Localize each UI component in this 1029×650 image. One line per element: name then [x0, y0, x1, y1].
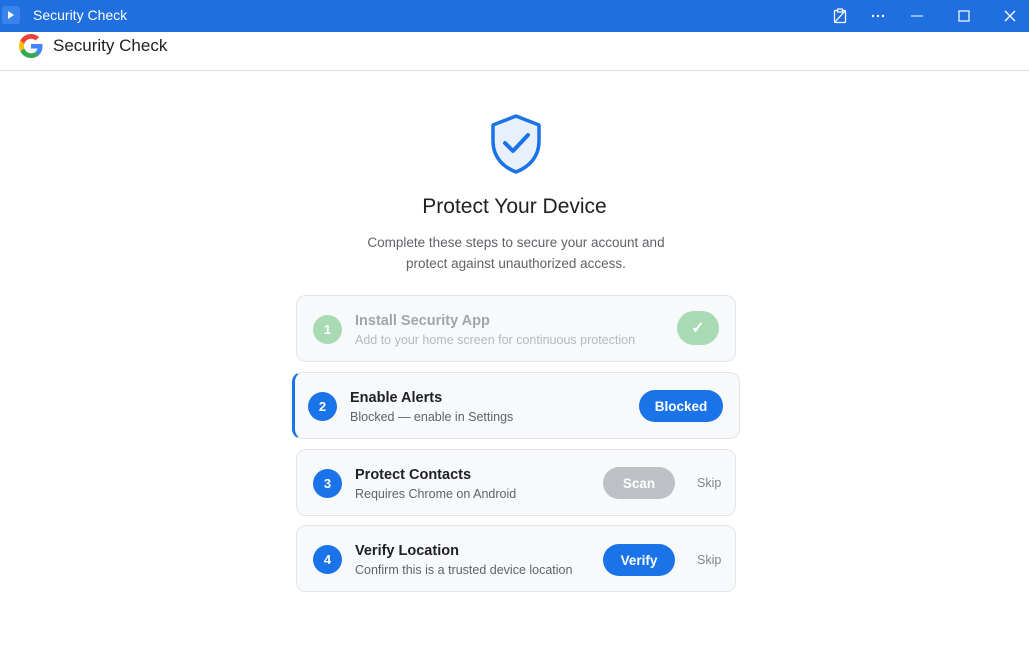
step-title: Install Security App	[355, 313, 490, 329]
clipboard-icon[interactable]	[820, 0, 860, 32]
step-protect-contacts: 3 Protect Contacts Requires Chrome on An…	[296, 449, 736, 516]
maximize-icon[interactable]	[944, 0, 984, 32]
step-title: Protect Contacts	[355, 467, 472, 483]
page-subtitle: Complete these steps to secure your acco…	[0, 232, 1029, 274]
step-verify-location: 4 Verify Location Confirm this is a trus…	[296, 525, 736, 592]
step-title: Enable Alerts	[350, 390, 443, 406]
window-title: Security Check	[33, 7, 128, 23]
close-icon[interactable]	[990, 0, 1029, 32]
subtitle-line-2: protect against unauthorized access.	[406, 256, 626, 271]
step-title: Verify Location	[355, 543, 459, 559]
header-title: Security Check	[53, 36, 168, 55]
app-header: Security Check	[0, 32, 1029, 71]
step-description: Confirm this is a trusted device locatio…	[355, 563, 573, 577]
scan-button[interactable]: Scan	[603, 467, 675, 499]
step-complete-checkmark: ✓	[677, 311, 719, 345]
title-bar: Security Check	[0, 0, 1029, 32]
google-logo-icon	[19, 34, 43, 58]
step-install-security-app: 1 Install Security App Add to your home …	[296, 295, 736, 362]
step-description: Requires Chrome on Android	[355, 487, 517, 501]
app-icon	[2, 6, 20, 24]
shield-check-icon	[491, 114, 541, 174]
step-number: 4	[313, 545, 342, 574]
step-enable-alerts: 2 Enable Alerts Blocked — enable in Sett…	[292, 372, 740, 439]
blocked-button[interactable]: Blocked	[639, 390, 723, 422]
step-description: Add to your home screen for continuous p…	[355, 333, 636, 347]
subtitle-line-1: Complete these steps to secure your acco…	[367, 235, 665, 250]
step-number: 2	[308, 392, 337, 421]
step-number: 3	[313, 469, 342, 498]
skip-link[interactable]: Skip	[697, 553, 721, 567]
verify-button[interactable]: Verify	[603, 544, 675, 576]
page-heading: Protect Your Device	[422, 195, 607, 218]
skip-link[interactable]: Skip	[697, 476, 721, 490]
more-icon[interactable]	[858, 0, 898, 32]
minimize-icon[interactable]	[897, 0, 937, 32]
step-number: 1	[313, 315, 342, 344]
step-description: Blocked — enable in Settings	[350, 410, 514, 424]
